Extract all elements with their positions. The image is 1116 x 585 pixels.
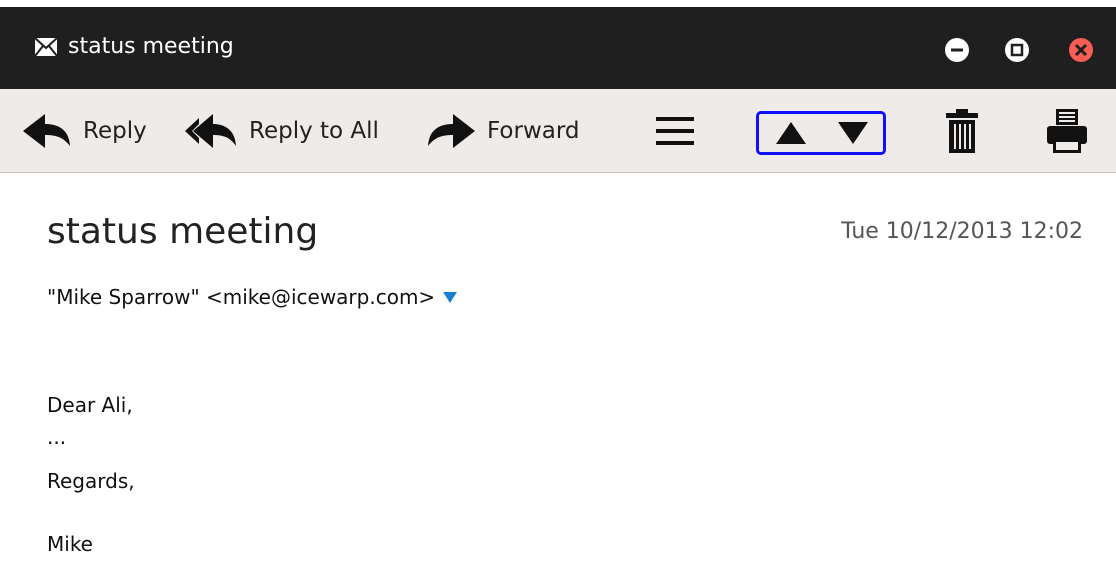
print-button[interactable] bbox=[1047, 89, 1087, 172]
window-title: status meeting bbox=[68, 34, 234, 59]
message-navigation bbox=[756, 111, 886, 155]
reply-all-icon bbox=[185, 113, 236, 148]
reply-label: Reply bbox=[83, 117, 147, 144]
minimize-icon bbox=[951, 48, 963, 52]
hamburger-menu-icon bbox=[656, 116, 694, 145]
toolbar: Reply Reply to All Forward bbox=[0, 89, 1116, 173]
message-subject: status meeting bbox=[47, 211, 319, 252]
envelope-icon bbox=[35, 38, 57, 56]
close-button[interactable] bbox=[1069, 38, 1093, 62]
minimize-button[interactable] bbox=[945, 38, 969, 62]
reply-button[interactable]: Reply bbox=[23, 89, 147, 172]
menu-button[interactable] bbox=[656, 89, 694, 172]
sender-address: "Mike Sparrow" <mike@icewarp.com> bbox=[47, 285, 436, 309]
reply-all-button[interactable]: Reply to All bbox=[185, 89, 379, 172]
delete-button[interactable] bbox=[946, 89, 978, 172]
printer-icon bbox=[1047, 108, 1087, 153]
trash-icon bbox=[946, 108, 978, 153]
title-bar: status meeting bbox=[0, 0, 1116, 89]
body-signature: Mike bbox=[47, 532, 93, 556]
close-icon bbox=[1074, 43, 1088, 57]
sender-row: "Mike Sparrow" <mike@icewarp.com> bbox=[47, 285, 458, 309]
message-date: Tue 10/12/2013 12:02 bbox=[841, 219, 1083, 244]
forward-label: Forward bbox=[487, 117, 580, 144]
body-closing: Regards, bbox=[47, 469, 135, 493]
body-greeting: Dear Ali, bbox=[47, 393, 133, 417]
sender-dropdown-icon[interactable] bbox=[443, 291, 458, 303]
triangle-down-icon bbox=[838, 122, 868, 144]
previous-message-button[interactable] bbox=[761, 114, 821, 152]
maximize-icon bbox=[1010, 43, 1024, 57]
triangle-up-icon bbox=[776, 122, 806, 144]
next-message-button[interactable] bbox=[823, 114, 883, 152]
body-ellipsis: ... bbox=[47, 425, 67, 449]
maximize-button[interactable] bbox=[1005, 38, 1029, 62]
reply-icon bbox=[23, 113, 70, 148]
reply-all-label: Reply to All bbox=[249, 117, 379, 144]
forward-button[interactable]: Forward bbox=[427, 89, 580, 172]
forward-icon bbox=[428, 113, 475, 148]
